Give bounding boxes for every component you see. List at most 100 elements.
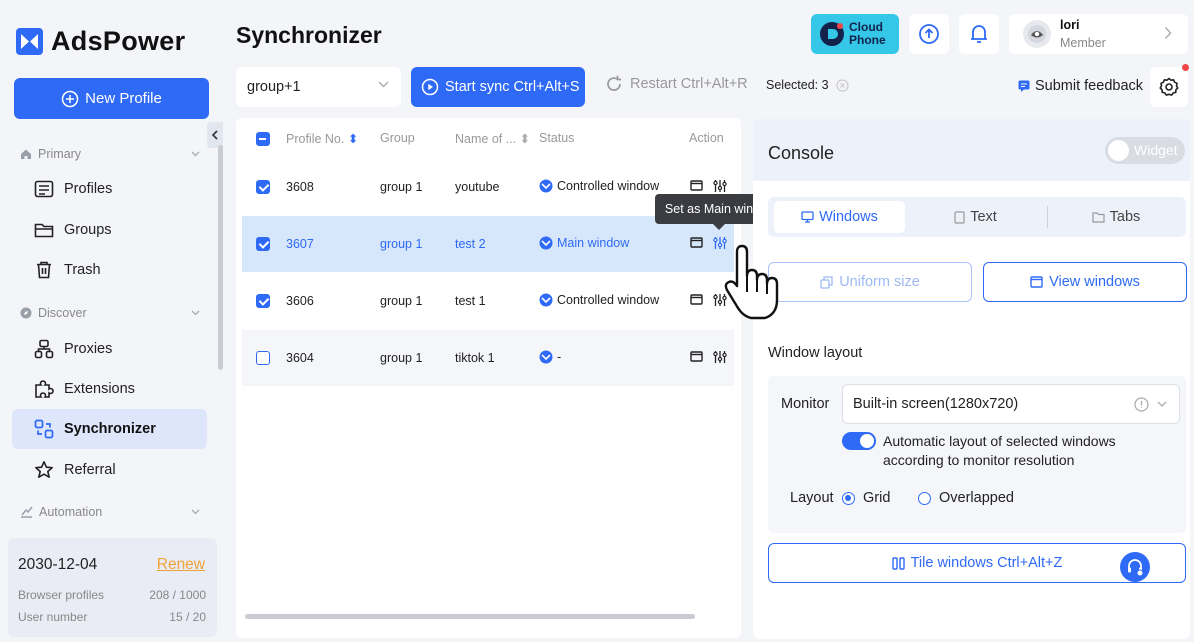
profile-status: Controlled window [539, 293, 659, 307]
browser-profiles-value: 208 / 1000 [149, 588, 206, 602]
settings-button[interactable] [1150, 67, 1188, 107]
tab-windows[interactable]: Windows [774, 201, 905, 233]
sidebar-item-extensions[interactable]: Extensions [12, 369, 207, 409]
feedback-icon [1018, 80, 1030, 92]
table-horizontal-scrollbar[interactable] [245, 614, 695, 619]
home-icon [20, 148, 32, 160]
layout-label: Layout [790, 490, 834, 506]
monitor-select[interactable]: Built-in screen(1280x720) [842, 384, 1180, 424]
sidebar-item-groups[interactable]: Groups [12, 210, 207, 250]
proxies-icon [34, 339, 54, 359]
table-row[interactable]: 3604 group 1 tiktok 1 - [242, 330, 734, 386]
window-layout-box: Monitor Built-in screen(1280x720) Automa… [768, 376, 1186, 533]
tab-divider [1047, 206, 1048, 228]
sidebar-item-synchronizer[interactable]: Synchronizer [12, 409, 207, 449]
open-window-icon[interactable] [690, 237, 703, 249]
view-windows-button[interactable]: View windows [983, 262, 1187, 302]
open-window-icon[interactable] [690, 294, 703, 306]
renew-link[interactable]: Renew [157, 556, 205, 574]
section-primary-label: Primary [38, 147, 82, 161]
profile-group: group 1 [380, 237, 423, 251]
profiles-icon [34, 180, 54, 198]
row-checkbox[interactable] [256, 180, 270, 194]
cloud-phone-icon [819, 21, 845, 47]
auto-layout-switch[interactable] [842, 432, 876, 450]
clear-selection-icon[interactable] [835, 78, 849, 92]
auto-layout-label: Automatic layout of selected windows acc… [883, 432, 1163, 470]
chevron-left-icon [211, 130, 219, 140]
profile-no: 3604 [286, 351, 314, 365]
browser-icon [539, 293, 553, 307]
console-title: Console [768, 143, 835, 163]
notifications-button[interactable] [959, 14, 999, 54]
tab-tabs[interactable]: Tabs [1051, 201, 1181, 233]
user-name: lori [1060, 18, 1080, 32]
cloud-phone-button[interactable]: Cloud Phone [811, 14, 899, 54]
tab-tabs-label: Tabs [1109, 209, 1141, 225]
open-window-icon[interactable] [690, 180, 703, 192]
col-name[interactable]: Name of ... ⬍ [455, 131, 530, 146]
row-checkbox[interactable] [256, 351, 270, 365]
widget-toggle[interactable]: Widget [1105, 137, 1185, 164]
profile-no: 3606 [286, 294, 314, 308]
profile-status-label: Controlled window [557, 179, 660, 193]
set-main-window-icon[interactable] [713, 350, 727, 364]
switch-knob [860, 434, 874, 448]
sidebar: AdsPower New Profile Primary Profiles Gr… [0, 0, 225, 642]
select-all-checkbox[interactable] [256, 132, 270, 146]
profile-status: Controlled window [539, 179, 659, 193]
start-sync-button[interactable]: Start sync Ctrl+Alt+S [411, 67, 585, 107]
layout-grid-radio[interactable]: Grid [842, 490, 890, 506]
sidebar-item-label: Trash [64, 262, 101, 278]
sidebar-item-referral[interactable]: Referral [12, 450, 207, 490]
uniform-size-button[interactable]: Uniform size [768, 262, 972, 302]
group-select[interactable]: group+1 [236, 67, 401, 107]
set-main-window-icon[interactable] [713, 179, 727, 193]
sidebar-item-proxies[interactable]: Proxies [12, 329, 207, 369]
page-title: Synchronizer [236, 22, 382, 48]
section-primary[interactable]: Primary [20, 147, 200, 161]
row-checkbox[interactable] [256, 237, 270, 251]
col-profile-no[interactable]: Profile No. ⬍ [286, 131, 358, 146]
update-button[interactable] [909, 14, 949, 54]
chevron-down-icon [191, 509, 200, 515]
sidebar-item-trash[interactable]: Trash [12, 250, 207, 290]
folder-icon [34, 221, 54, 239]
tab-text[interactable]: Text [908, 201, 1043, 233]
sidebar-item-profiles[interactable]: Profiles [12, 169, 207, 209]
tab-folder-icon [1092, 211, 1105, 223]
submit-feedback-button[interactable]: Submit feedback [1018, 78, 1143, 94]
new-profile-button[interactable]: New Profile [14, 78, 209, 119]
synchronizer-icon [34, 419, 54, 439]
widget-toggle-label: Widget [1134, 142, 1178, 158]
section-automation[interactable]: Automation [20, 505, 200, 519]
row-checkbox[interactable] [256, 294, 270, 308]
view-windows-label: View windows [1049, 274, 1140, 290]
toggle-knob [1108, 140, 1129, 161]
selected-count-label: Selected: 3 [766, 78, 829, 92]
sidebar-scrollbar[interactable] [218, 145, 223, 370]
open-window-icon[interactable] [690, 351, 703, 363]
logo[interactable]: AdsPower [16, 26, 185, 57]
profile-name: youtube [455, 180, 500, 194]
help-button[interactable] [1120, 552, 1150, 582]
auto-layout-line2: according to monitor resolution [883, 452, 1075, 468]
section-discover[interactable]: Discover [20, 306, 200, 320]
plan-expiry-date: 2030-12-04 [18, 556, 98, 573]
user-number-value: 15 / 20 [169, 610, 206, 624]
col-group: Group [380, 131, 415, 145]
table-row[interactable]: 3606 group 1 test 1 Controlled window [242, 273, 734, 329]
notification-dot [1182, 64, 1189, 71]
profile-status-label: - [557, 350, 562, 364]
restart-button[interactable]: Restart Ctrl+Alt+R [604, 74, 748, 94]
table-row[interactable]: 3607 group 1 test 2 Main window [242, 216, 734, 272]
console-tabs: Windows Text Tabs [768, 197, 1186, 237]
user-menu[interactable]: lori Member [1009, 14, 1188, 54]
profile-no: 3608 [286, 180, 314, 194]
monitor-select-value: Built-in screen(1280x720) [853, 396, 1019, 412]
layout-overlapped-radio[interactable]: Overlapped [918, 490, 1014, 506]
section-automation-label: Automation [39, 505, 103, 519]
user-role: Member [1060, 36, 1106, 50]
layout-overlapped-label: Overlapped [939, 490, 1014, 506]
user-number-row: User number 15 / 20 [18, 610, 206, 624]
